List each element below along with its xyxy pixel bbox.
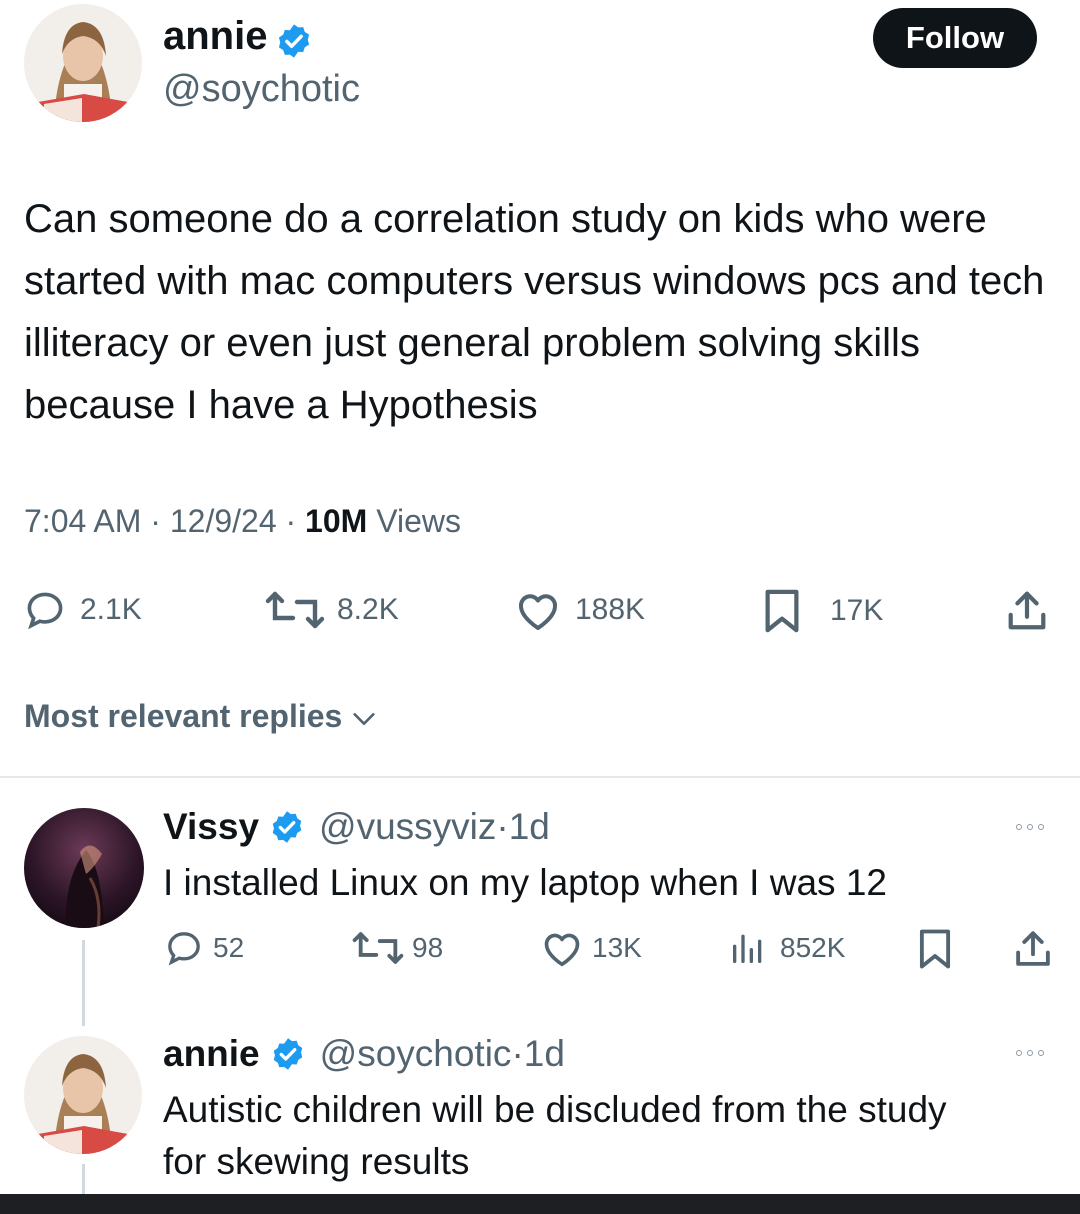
repost-count: 8.2K	[337, 593, 399, 626]
more-icon[interactable]	[1016, 824, 1044, 830]
reply-count: 2.1K	[80, 593, 142, 626]
reply-text-line-2: for skewing results	[163, 1141, 470, 1182]
reply-like-button[interactable]: 13K	[540, 928, 642, 968]
reply-text: I installed Linux on my laptop when I wa…	[163, 862, 887, 903]
meta-separator: ·	[150, 503, 170, 539]
bookmark-icon	[765, 589, 799, 633]
reply-like-count: 13K	[592, 932, 642, 963]
share-icon	[1008, 591, 1046, 630]
thread-line	[82, 940, 85, 1026]
author-handle[interactable]: @soychotic	[163, 68, 360, 111]
replies-sort-label: Most relevant replies	[24, 698, 343, 734]
tweet-meta: 7:04 AM · 12/9/24 · 10M Views	[24, 503, 461, 540]
reply-bookmark-button[interactable]	[917, 928, 953, 970]
bookmark-button[interactable]: 17K	[762, 588, 883, 634]
thread-line	[82, 1164, 85, 1194]
reply-avatar[interactable]	[24, 808, 144, 928]
chevron-down-icon	[353, 712, 375, 725]
views-label: Views	[376, 503, 461, 539]
repost-button[interactable]: 8.2K	[265, 588, 399, 632]
more-icon[interactable]	[1016, 1050, 1044, 1056]
verified-badge-icon	[275, 22, 313, 60]
reply-age[interactable]: 1d	[524, 1033, 565, 1075]
heart-icon	[544, 933, 580, 967]
section-divider	[0, 776, 1080, 778]
views-chart-icon	[733, 934, 762, 963]
author-avatar[interactable]	[24, 4, 142, 122]
meta-separator: ·	[285, 503, 306, 539]
bookmark-count: 17K	[830, 594, 884, 627]
meta-separator: ·	[511, 1033, 524, 1074]
reply-views-button[interactable]: 852K	[728, 928, 845, 968]
reply-icon	[168, 932, 200, 966]
reply-avatar[interactable]	[24, 1036, 142, 1154]
reply-reply-button[interactable]: 52	[163, 928, 244, 968]
reply-button[interactable]: 2.1K	[22, 588, 142, 632]
reply-repost-count: 98	[412, 932, 444, 963]
reply-text-line-1: Autistic children will be discluded from…	[163, 1089, 947, 1130]
reply-share-button[interactable]	[1012, 928, 1054, 970]
reply-repost-button[interactable]: 98	[352, 928, 443, 968]
tweet-date[interactable]: 12/9/24	[170, 503, 277, 539]
tweet-text: Can someone do a correlation study on ki…	[24, 197, 1045, 427]
verified-badge-icon	[269, 809, 305, 845]
reply-author-handle[interactable]: @vussyviz	[319, 806, 496, 848]
repost-icon	[265, 591, 325, 629]
tweet-time[interactable]: 7:04 AM	[24, 503, 141, 539]
follow-button[interactable]: Follow	[873, 8, 1037, 68]
views-count: 10M	[305, 503, 368, 539]
share-icon	[1016, 931, 1050, 966]
heart-icon	[519, 594, 557, 630]
like-button[interactable]: 188K	[513, 588, 645, 632]
replies-sort-dropdown[interactable]: Most relevant replies	[24, 698, 378, 735]
bottom-bar	[0, 1194, 1080, 1214]
meta-separator: ·	[496, 806, 509, 847]
reply-author-name[interactable]: annie	[163, 1033, 260, 1075]
reply-icon	[27, 592, 63, 630]
repost-icon	[352, 932, 404, 964]
reply-header: annie @soychotic · 1d	[163, 1033, 565, 1075]
reply-views-count: 852K	[780, 932, 846, 963]
verified-badge-icon	[270, 1036, 306, 1072]
reply-age[interactable]: 1d	[509, 806, 550, 848]
reply-reply-count: 52	[213, 932, 245, 963]
reply-header: Vissy @vussyviz · 1d	[163, 806, 550, 848]
reply-author-name[interactable]: Vissy	[163, 806, 259, 848]
bookmark-icon	[919, 929, 951, 969]
like-count: 188K	[575, 593, 646, 626]
author-name[interactable]: annie	[163, 14, 267, 59]
share-button[interactable]	[1004, 588, 1050, 634]
reply-author-handle[interactable]: @soychotic	[320, 1033, 512, 1075]
